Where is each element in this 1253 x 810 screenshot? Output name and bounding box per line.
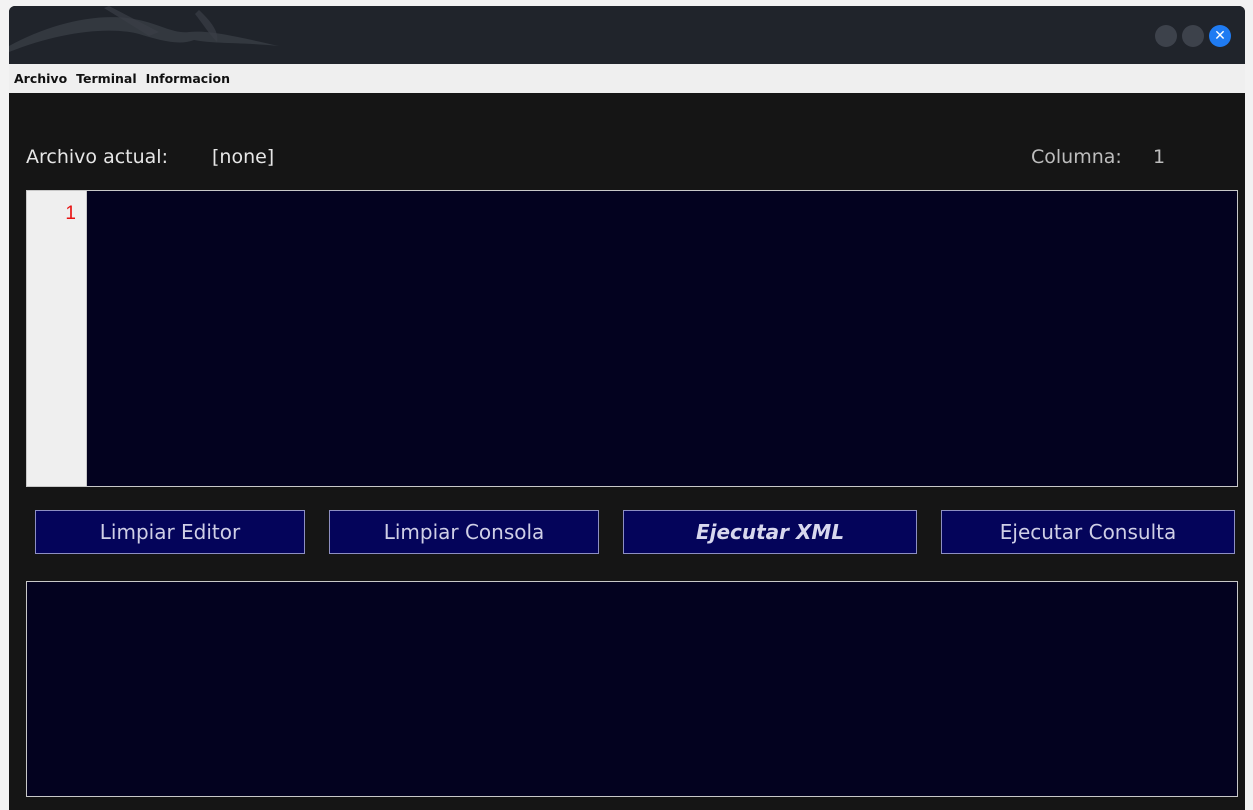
- line-number-gutter: 1: [27, 191, 87, 486]
- clear-console-button[interactable]: Limpiar Consola: [329, 510, 599, 554]
- minimize-button[interactable]: [1155, 25, 1177, 47]
- run-xml-button[interactable]: Ejecutar XML: [623, 510, 917, 554]
- column-value: 1: [1153, 146, 1166, 168]
- menu-terminal[interactable]: Terminal: [76, 71, 136, 86]
- current-file-label: Archivo actual:: [26, 146, 168, 168]
- editor-text-area[interactable]: [88, 191, 1237, 486]
- close-button[interactable]: ✕: [1209, 25, 1231, 47]
- close-icon: ✕: [1214, 28, 1226, 44]
- menu-informacion[interactable]: Informacion: [146, 71, 230, 86]
- line-number: 1: [65, 203, 76, 224]
- title-bar[interactable]: ✕: [9, 6, 1245, 64]
- clear-editor-button[interactable]: Limpiar Editor: [35, 510, 305, 554]
- menu-archivo[interactable]: Archivo: [14, 71, 67, 86]
- menu-bar: Archivo Terminal Informacion: [9, 64, 1245, 93]
- output-console[interactable]: [26, 581, 1238, 797]
- run-query-button[interactable]: Ejecutar Consulta: [941, 510, 1235, 554]
- kali-dragon-logo: [9, 6, 279, 52]
- maximize-button[interactable]: [1182, 25, 1204, 47]
- column-label: Columna:: [1031, 146, 1122, 168]
- current-file-value: [none]: [212, 146, 275, 168]
- app-window: ✕ Archivo Terminal Informacion Archivo a…: [9, 6, 1245, 810]
- code-editor: 1: [26, 190, 1238, 487]
